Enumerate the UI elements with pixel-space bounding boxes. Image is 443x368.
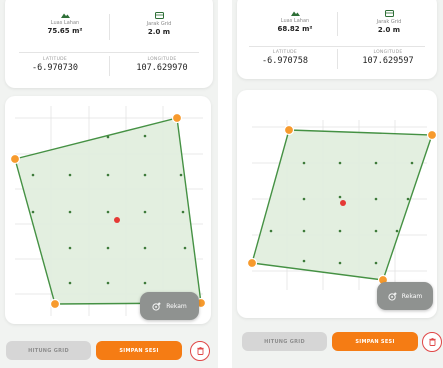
rekam-button[interactable]: Rekam: [377, 282, 433, 310]
grid-value: 2.0 m: [147, 28, 171, 36]
rekam-label: Rekam: [166, 302, 187, 310]
area-label: Luas Lahan: [280, 18, 310, 24]
simpan-sesi-button[interactable]: SIMPAN SESI: [96, 341, 182, 360]
screen-left: Luas Lahan 75.65 m² Jarak Grid 2.0 m LAT…: [0, 0, 218, 368]
longitude-value: 107.629597: [362, 56, 414, 66]
info-divider: [249, 46, 425, 47]
coord-separator: [337, 49, 338, 69]
map-card: Rekam: [237, 90, 437, 318]
map-canvas[interactable]: [5, 96, 211, 324]
current-location-marker: [340, 200, 346, 206]
grid-metric: Jarak Grid 2.0 m: [119, 12, 199, 36]
info-divider: [19, 52, 199, 53]
vertex-handle[interactable]: [9, 153, 21, 165]
delete-button[interactable]: [190, 341, 210, 361]
latitude-label: LATITUDE: [42, 57, 68, 62]
area-value: 75.65 m²: [47, 27, 83, 35]
coord-separator: [109, 56, 110, 76]
map-card: Rekam: [5, 96, 211, 324]
longitude-block: LONGITUDE 107.629970: [119, 57, 205, 73]
grid-spacing-icon: [154, 12, 164, 19]
field-area-icon: [60, 13, 70, 18]
record-location-icon: [388, 291, 397, 301]
record-location-icon: [152, 301, 161, 311]
info-card: Luas Lahan 68.82 m² Jarak Grid 2.0 m LAT…: [237, 0, 437, 79]
delete-button[interactable]: [422, 332, 442, 352]
longitude-value: 107.629970: [136, 63, 188, 73]
hitung-grid-button[interactable]: HITUNG GRID: [242, 332, 327, 351]
area-value: 68.82 m²: [277, 25, 313, 33]
hitung-grid-button[interactable]: HITUNG GRID: [6, 341, 91, 360]
grid-label: Jarak Grid: [146, 21, 172, 27]
grid-value: 2.0 m: [377, 26, 401, 34]
field-area-icon: [290, 11, 300, 16]
vertex-handle[interactable]: [426, 129, 437, 141]
longitude-label: LONGITUDE: [147, 57, 177, 62]
grid-metric: Jarak Grid 2.0 m: [349, 10, 429, 34]
latitude-label: LATITUDE: [272, 50, 298, 55]
longitude-label: LONGITUDE: [373, 50, 403, 55]
grid-spacing-icon: [384, 10, 394, 17]
vertex-handle[interactable]: [246, 257, 258, 269]
area-metric: Luas Lahan 68.82 m²: [255, 10, 335, 33]
trash-icon: [196, 347, 204, 355]
rekam-label: Rekam: [401, 292, 423, 300]
latitude-value: -6.970730: [31, 63, 79, 73]
info-card: Luas Lahan 75.65 m² Jarak Grid 2.0 m LAT…: [5, 0, 213, 88]
latitude-block: LATITUDE -6.970730: [15, 57, 95, 73]
trash-icon: [428, 338, 436, 346]
screen-divider: [218, 0, 232, 368]
area-metric: Luas Lahan 75.65 m²: [25, 12, 105, 35]
vertex-handle[interactable]: [171, 112, 183, 124]
metric-separator: [337, 12, 338, 36]
latitude-block: LATITUDE -6.970758: [245, 50, 325, 66]
screen-right: Luas Lahan 68.82 m² Jarak Grid 2.0 m LAT…: [232, 0, 443, 368]
latitude-value: -6.970758: [261, 56, 309, 66]
area-label: Luas Lahan: [50, 20, 80, 26]
vertex-handle[interactable]: [49, 298, 61, 310]
vertex-handle[interactable]: [283, 124, 295, 136]
rekam-button[interactable]: Rekam: [140, 292, 199, 320]
current-location-marker: [114, 217, 120, 223]
simpan-sesi-button[interactable]: SIMPAN SESI: [332, 332, 418, 351]
grid-label: Jarak Grid: [376, 19, 402, 25]
metric-separator: [109, 14, 110, 40]
longitude-block: LONGITUDE 107.629597: [345, 50, 431, 66]
